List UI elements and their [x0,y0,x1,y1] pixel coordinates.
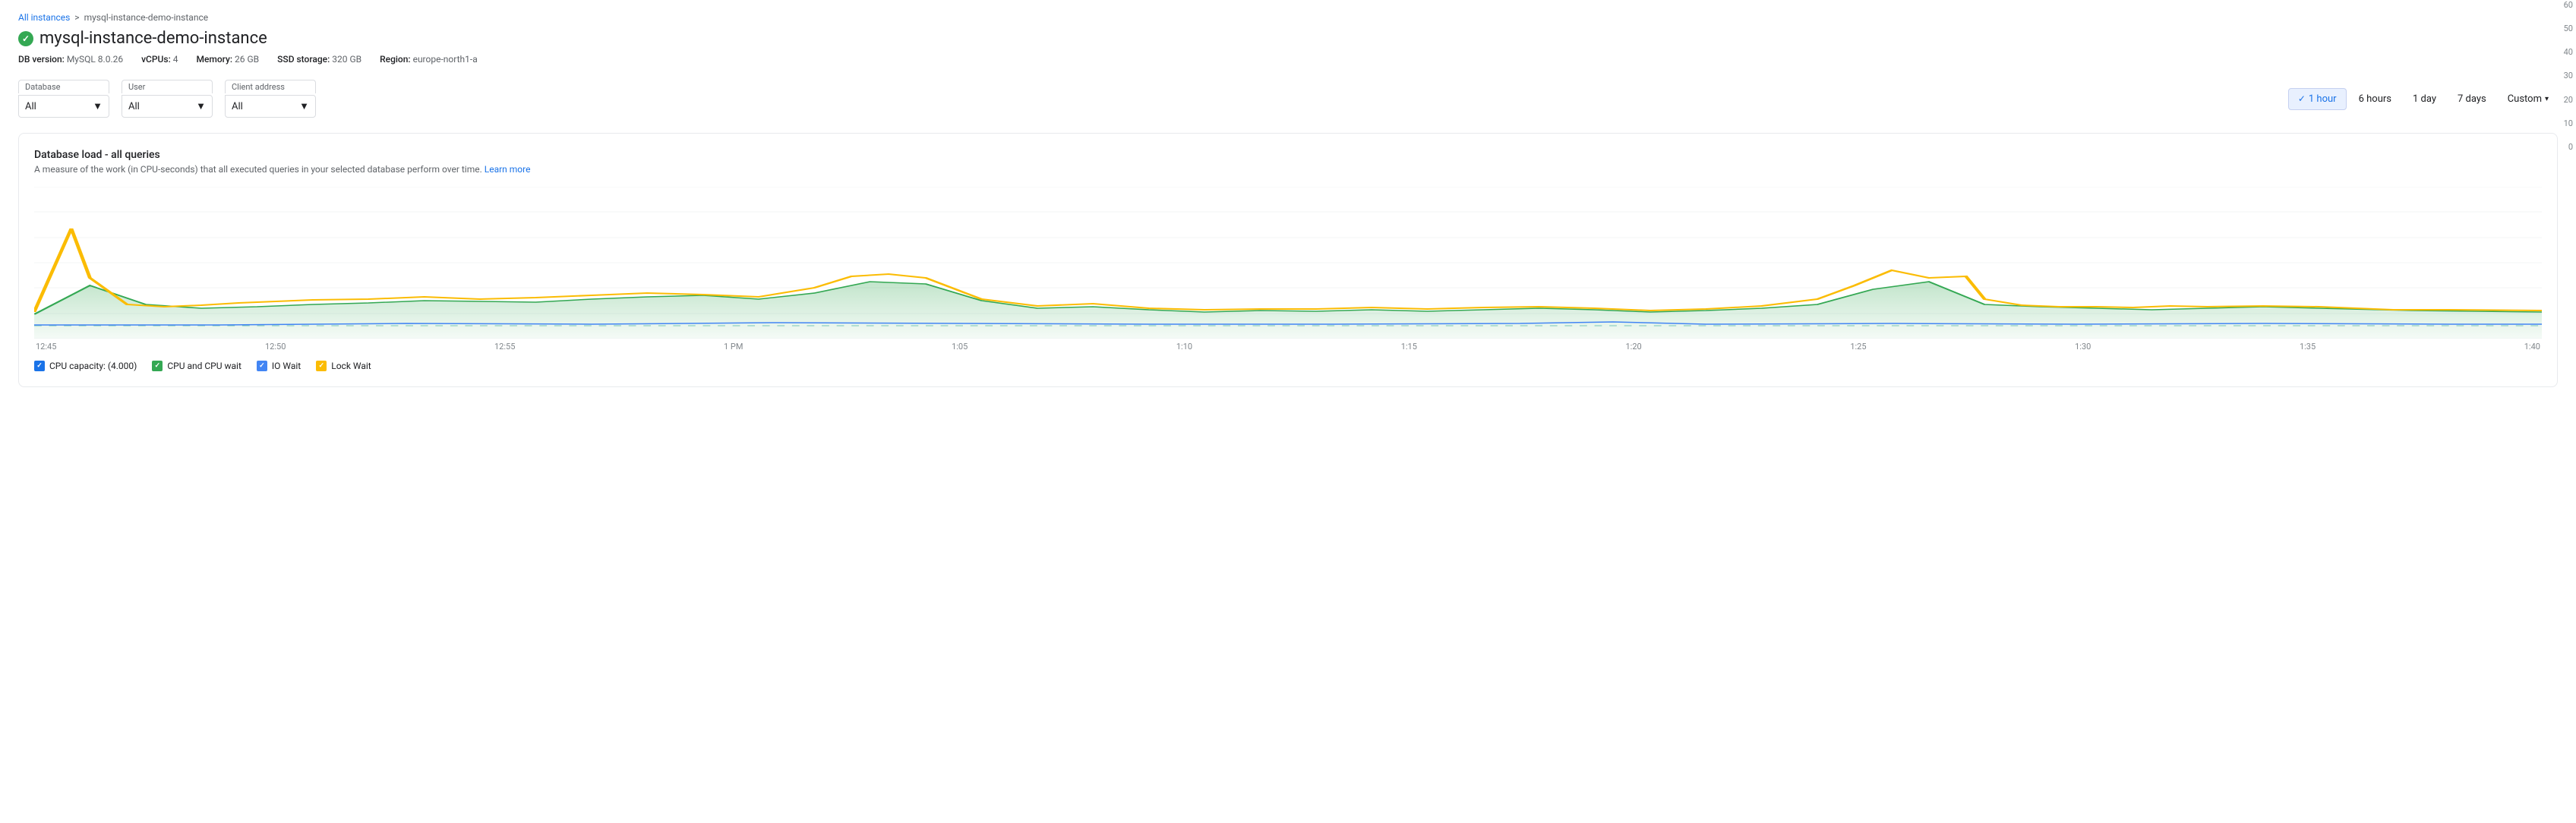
database-arrow-icon: ▼ [93,100,103,112]
xaxis-label: 1:35 [2300,342,2316,352]
breadcrumb-parent[interactable]: All instances [18,12,70,23]
yaxis-label: 20 [2553,95,2573,105]
xaxis-label: 1:40 [2524,342,2540,352]
legend-checkbox-cpu-wait[interactable] [152,361,163,371]
legend-checkbox-io-wait[interactable] [257,361,267,371]
status-icon [18,31,33,46]
database-filter: Database All ▼ [18,80,109,118]
memory: Memory: 26 GB [196,54,259,65]
legend-io-wait: IO Wait [257,361,301,371]
vcpus: vCPUs: 4 [141,54,178,65]
storage: SSD storage: 320 GB [277,54,361,65]
instance-meta: DB version: MySQL 8.0.26 vCPUs: 4 Memory… [18,54,2558,65]
client-address-filter-label: Client address [225,80,316,93]
chart-xaxis: 12:45 12:50 12:55 1 PM 1:05 1:10 1:15 1:… [34,342,2542,352]
legend-cpu-wait: CPU and CPU wait [152,361,242,371]
xaxis-label: 1:30 [2075,342,2091,352]
legend-label-cpu-capacity: CPU capacity: (4.000) [49,361,137,371]
yaxis-label: 10 [2553,118,2573,128]
chart-svg [34,187,2542,339]
yaxis-label: 0 [2553,142,2573,152]
time-btn-custom[interactable]: Custom [2499,89,2558,109]
xaxis-label: 12:45 [36,342,56,352]
xaxis-label: 1:10 [1176,342,1192,352]
database-select[interactable]: All ▼ [18,95,109,118]
legend-label-io-wait: IO Wait [272,361,301,371]
xaxis-label: 1:25 [1850,342,1866,352]
client-address-value: All [232,101,243,112]
chart-title: Database load - all queries [34,149,2542,161]
xaxis-label: 1:20 [1626,342,1642,352]
time-btn-7days[interactable]: 7 days [2448,89,2496,109]
time-range-selector: 1 hour 6 hours 1 day 7 days Custom [2288,88,2558,110]
user-value: All [128,101,140,112]
instance-name: mysql-instance-demo-instance [39,29,267,48]
region: Region: europe-north1-a [380,54,478,65]
xaxis-label: 1 PM [724,342,743,352]
legend-label-cpu-wait: CPU and CPU wait [167,361,242,371]
xaxis-label: 1:05 [952,342,968,352]
learn-more-link[interactable]: Learn more [485,164,531,175]
yaxis-label: 50 [2553,24,2573,33]
breadcrumb-separator: > [74,12,79,23]
xaxis-label: 1:15 [1401,342,1417,352]
database-filter-label: Database [18,80,109,93]
yaxis-label: 60 [2553,0,2573,10]
time-btn-1day[interactable]: 1 day [2404,89,2445,109]
xaxis-label: 12:50 [265,342,286,352]
client-address-select[interactable]: All ▼ [225,95,316,118]
chart-description: A measure of the work (in CPU-seconds) t… [34,164,2542,175]
main-page: All instances > mysql-instance-demo-inst… [0,0,2576,412]
legend-checkbox-cpu-capacity[interactable] [34,361,45,371]
time-btn-1hour[interactable]: 1 hour [2288,88,2347,110]
legend-cpu-capacity: CPU capacity: (4.000) [34,361,137,371]
chart-yaxis: 60 50 40 30 20 10 0 [2553,0,2576,152]
time-btn-6hours[interactable]: 6 hours [2350,89,2401,109]
legend-lock-wait: Lock Wait [316,361,371,371]
user-select[interactable]: All ▼ [122,95,213,118]
user-filter-label: User [122,80,213,93]
client-address-filter: Client address All ▼ [225,80,316,118]
breadcrumb-current: mysql-instance-demo-instance [84,12,209,23]
filters-row: Database All ▼ User All ▼ Client address… [18,80,2558,118]
yaxis-label: 30 [2553,71,2573,80]
chart-section: Database load - all queries A measure of… [18,133,2558,387]
xaxis-label: 12:55 [494,342,515,352]
db-version: DB version: MySQL 8.0.26 [18,54,123,65]
yaxis-label: 40 [2553,47,2573,57]
chart-legend: CPU capacity: (4.000) CPU and CPU wait I… [34,361,2542,371]
legend-checkbox-lock-wait[interactable] [316,361,327,371]
breadcrumb: All instances > mysql-instance-demo-inst… [18,12,2558,23]
user-arrow-icon: ▼ [196,100,206,112]
legend-label-lock-wait: Lock Wait [331,361,371,371]
instance-title-row: mysql-instance-demo-instance [18,29,2558,48]
client-address-arrow-icon: ▼ [299,100,309,112]
database-value: All [25,101,36,112]
user-filter: User All ▼ [122,80,213,118]
